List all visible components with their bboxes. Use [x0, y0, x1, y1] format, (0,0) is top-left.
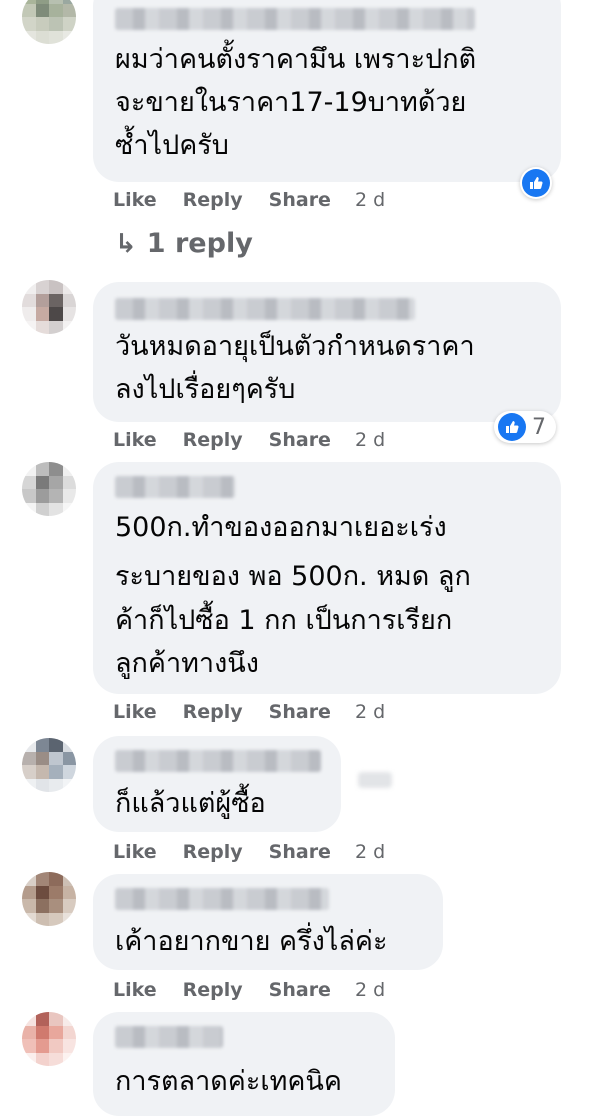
comment-bubble: 500ก.ทำของออกมาเยอะเร่ง ระบายของ พอ 500ก…	[93, 462, 561, 694]
commenter-name[interactable]	[115, 476, 235, 498]
comment-text-line: ลงไปเรื่อยๆครับ	[115, 374, 296, 405]
reaction-badge[interactable]	[520, 167, 552, 199]
share-button[interactable]: Share	[269, 189, 331, 211]
reply-button[interactable]: Reply	[183, 979, 243, 1001]
comment-bubble: การตลาดค่ะเทคนิค	[93, 1012, 395, 1116]
commenter-name[interactable]	[115, 888, 329, 910]
comment-bubble: ผมว่าคนตั้งราคามึน เพราะปกติ จะขายในราคา…	[93, 0, 561, 182]
share-button[interactable]: Share	[269, 841, 331, 863]
like-button[interactable]: Like	[113, 701, 157, 723]
comment-actions: Like Reply Share 2 d	[113, 427, 385, 453]
comment-text-line: 500ก.ทำของออกมาเยอะเร่ง	[115, 512, 447, 543]
comment-text-line: ก็แล้วแต่ผู้ซื้อ	[115, 788, 266, 819]
like-icon	[498, 413, 526, 441]
comment-bubble: ก็แล้วแต่ผู้ซื้อ	[93, 736, 341, 832]
reply-button[interactable]: Reply	[183, 429, 243, 451]
commenter-name[interactable]	[115, 8, 475, 30]
like-button[interactable]: Like	[113, 841, 157, 863]
view-replies-label: 1 reply	[146, 228, 253, 259]
comment-actions: Like Reply Share 2 d	[113, 977, 385, 1003]
like-icon	[522, 169, 550, 197]
avatar[interactable]	[22, 462, 76, 516]
avatar[interactable]	[22, 738, 76, 792]
avatar[interactable]	[22, 280, 76, 334]
comment-text-line: ระบายของ พอ 500ก. หมด ลูก	[115, 561, 471, 592]
timestamp[interactable]: 2 d	[355, 841, 385, 863]
commenter-name[interactable]	[115, 298, 415, 320]
comment-text-line: การตลาดค่ะเทคนิค	[115, 1066, 342, 1097]
like-button[interactable]: Like	[113, 189, 157, 211]
timestamp[interactable]: 2 d	[355, 189, 385, 211]
reply-arrow-icon: ↳	[115, 228, 137, 259]
comment-actions: Like Reply Share 2 d	[113, 699, 385, 725]
reaction-badge[interactable]: 7	[494, 411, 556, 443]
timestamp[interactable]: 2 d	[355, 429, 385, 451]
comment-text-line: วันหมดอายุเป็นตัวกำหนดราคา	[115, 331, 475, 362]
comment-text-line: ซ้ำไปครับ	[115, 130, 229, 161]
comment-actions: Like Reply Share 2 d	[113, 839, 385, 865]
view-replies-link[interactable]: ↳ 1 reply	[115, 228, 253, 259]
like-button[interactable]: Like	[113, 429, 157, 451]
timestamp[interactable]: 2 d	[355, 701, 385, 723]
comment-bubble: วันหมดอายุเป็นตัวกำหนดราคา ลงไปเรื่อยๆคร…	[93, 282, 561, 422]
timestamp[interactable]: 2 d	[355, 979, 385, 1001]
reply-button[interactable]: Reply	[183, 189, 243, 211]
comment-bubble: เค้าอยากขาย ครึ่งไล่ค่ะ	[93, 874, 443, 970]
comment-text-line: ผมว่าคนตั้งราคามึน เพราะปกติ	[115, 44, 477, 75]
reply-button[interactable]: Reply	[183, 701, 243, 723]
comment-text-line: ค้าก็ไปซื้อ 1 กก เป็นการเรียก	[115, 605, 453, 636]
avatar[interactable]	[22, 872, 76, 926]
comment-actions: Like Reply Share 2 d	[113, 187, 385, 213]
commenter-name[interactable]	[115, 1026, 223, 1048]
avatar[interactable]	[22, 1012, 76, 1066]
share-button[interactable]: Share	[269, 429, 331, 451]
share-button[interactable]: Share	[269, 701, 331, 723]
comment-text-line: ลูกค้าทางนึง	[115, 648, 259, 679]
comment-text-line: เค้าอยากขาย ครึ่งไล่ค่ะ	[115, 926, 388, 957]
blurred-badge	[358, 772, 392, 788]
share-button[interactable]: Share	[269, 979, 331, 1001]
commenter-name[interactable]	[115, 750, 321, 772]
avatar[interactable]	[22, 0, 76, 44]
reply-button[interactable]: Reply	[183, 841, 243, 863]
reaction-count: 7	[532, 414, 546, 440]
comment-text-line: จะขายในราคา17-19บาทด้วย	[115, 87, 467, 118]
like-button[interactable]: Like	[113, 979, 157, 1001]
